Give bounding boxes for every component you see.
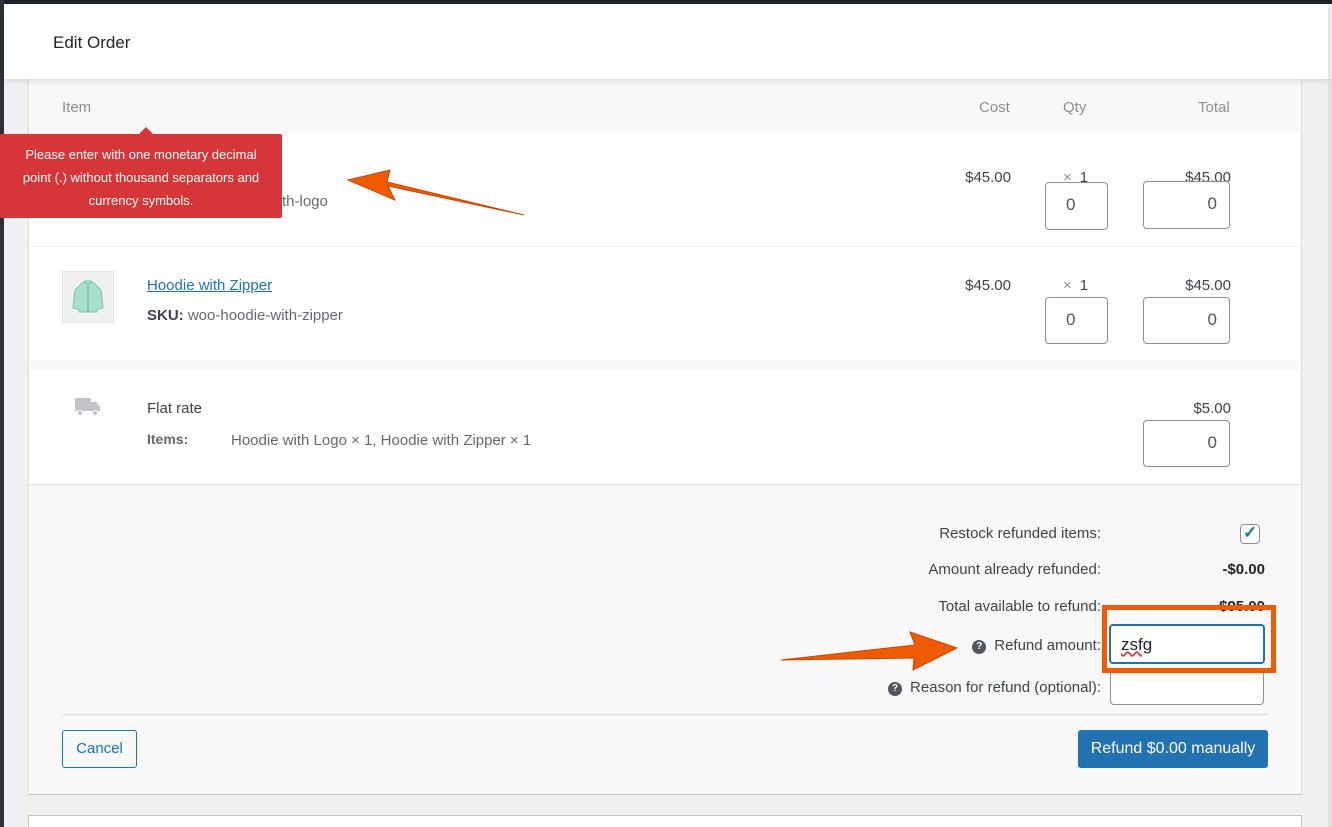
- page-title: Edit Order: [53, 33, 131, 52]
- refund-qty-input[interactable]: 0: [1045, 182, 1108, 230]
- item-sku-partial: th-logo: [282, 193, 328, 210]
- product-thumbnail[interactable]: [62, 271, 114, 323]
- refund-reason-input[interactable]: [1110, 671, 1264, 705]
- shipping-row: Flat rate Items: Hoodie with Logo × 1, H…: [29, 370, 1301, 484]
- shipping-items-value: Hoodie with Logo × 1, Hoodie with Zipper…: [231, 432, 532, 449]
- hoodie-image-icon: [72, 280, 104, 313]
- column-header-cost: Cost: [979, 99, 1010, 116]
- restock-checkbox[interactable]: ✓: [1240, 523, 1260, 544]
- refund-amount-label-text: Refund amount:: [994, 637, 1101, 654]
- refund-amount-value: zsfg: [1121, 635, 1153, 654]
- item-qty: × 1: [1063, 277, 1088, 294]
- cancel-button[interactable]: Cancel: [62, 730, 137, 768]
- item-cost: $45.00: [965, 277, 1011, 294]
- sku-value: woo-hoodie-with-zipper: [187, 307, 343, 324]
- shipping-method-name: Flat rate: [147, 400, 203, 417]
- restock-label: Restock refunded items:: [939, 525, 1101, 542]
- refund-manually-button[interactable]: Refund $0.00 manually: [1078, 730, 1268, 768]
- refund-amount-label: ? Refund amount:: [972, 637, 1101, 654]
- error-tooltip: Please enter with one monetary decimal p…: [0, 134, 282, 218]
- divider: [62, 714, 1268, 715]
- refund-line-total-input[interactable]: 0: [1143, 297, 1230, 344]
- shipping-items-label: Items:: [147, 431, 189, 447]
- item-sku: SKU: woo-hoodie-with-zipper: [147, 307, 343, 324]
- table-header: Item Cost Qty Total: [29, 79, 1301, 133]
- refund-line-total-input[interactable]: 0: [1143, 181, 1230, 229]
- item-cost: $45.00: [965, 169, 1011, 186]
- refund-qty-input[interactable]: 0: [1045, 297, 1108, 344]
- admin-sidebar-edge: [0, 0, 4, 827]
- tooltip-pointer: [139, 127, 153, 134]
- column-header-total: Total: [1198, 99, 1230, 116]
- section-separator: [29, 360, 1301, 370]
- item-name-link[interactable]: Hoodie with Zipper: [147, 277, 272, 294]
- item-qty-value: 1: [1079, 277, 1089, 294]
- already-refunded-value: -$0.00: [1222, 561, 1265, 578]
- sku-label: SKU:: [147, 307, 184, 324]
- column-header-item: Item: [62, 99, 92, 116]
- already-refunded-label: Amount already refunded:: [928, 561, 1101, 578]
- checkmark-icon: ✓: [1243, 523, 1258, 542]
- table-row: Hoodie with Zipper SKU: woo-hoodie-with-…: [29, 247, 1301, 361]
- truck-icon: [75, 398, 100, 416]
- item-total: $45.00: [1185, 277, 1231, 294]
- next-panel: [28, 815, 1302, 827]
- page-header: Edit Order: [4, 4, 1328, 79]
- help-icon[interactable]: ?: [972, 640, 987, 654]
- refund-amount-input[interactable]: zsfg: [1109, 624, 1265, 664]
- refund-reason-label-text: Reason for refund (optional):: [910, 679, 1101, 696]
- refund-reason-label: ? Reason for refund (optional):: [888, 679, 1101, 696]
- column-header-qty: Qty: [1063, 99, 1087, 116]
- available-refund-label: Total available to refund:: [938, 598, 1101, 615]
- help-icon[interactable]: ?: [888, 682, 903, 696]
- times-symbol: ×: [1063, 277, 1072, 294]
- scrollbar-track[interactable]: [1328, 79, 1332, 827]
- shipping-total: $5.00: [1193, 400, 1231, 417]
- refund-shipping-total-input[interactable]: 0: [1143, 420, 1230, 467]
